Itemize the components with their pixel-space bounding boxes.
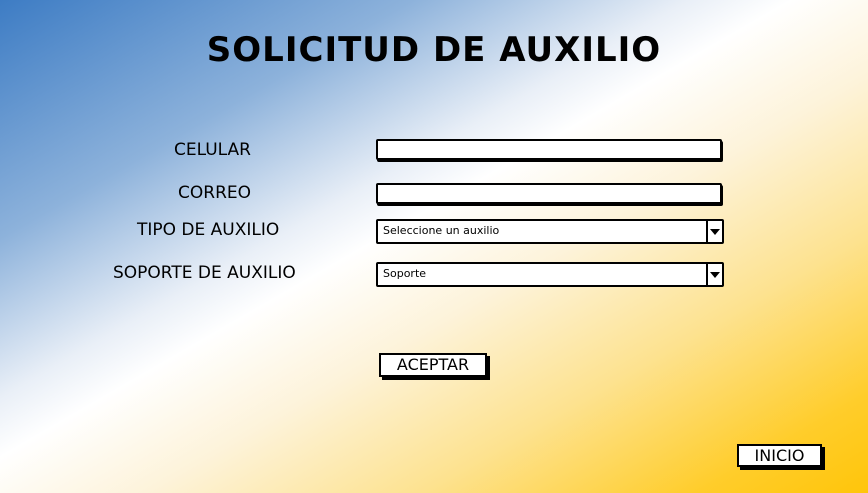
correo-field[interactable]: [376, 183, 722, 204]
soporte-auxilio-select[interactable]: Soporte: [376, 262, 724, 287]
chevron-down-icon[interactable]: [706, 221, 722, 242]
tipo-auxilio-selected: Seleccione un auxilio: [383, 224, 500, 237]
soporte-auxilio-label: SOPORTE DE AUXILIO: [113, 263, 296, 283]
aceptar-button[interactable]: ACEPTAR: [379, 353, 487, 377]
inicio-button[interactable]: INICIO: [737, 444, 822, 467]
tipo-auxilio-select[interactable]: Seleccione un auxilio: [376, 219, 724, 244]
tipo-auxilio-label: TIPO DE AUXILIO: [137, 220, 280, 240]
page-title: SOLICITUD DE AUXILIO: [206, 30, 662, 70]
correo-label: CORREO: [178, 183, 251, 203]
soporte-auxilio-selected: Soporte: [383, 267, 427, 280]
celular-label: CELULAR: [174, 140, 251, 160]
celular-field[interactable]: [376, 139, 722, 160]
chevron-down-icon[interactable]: [706, 264, 722, 285]
